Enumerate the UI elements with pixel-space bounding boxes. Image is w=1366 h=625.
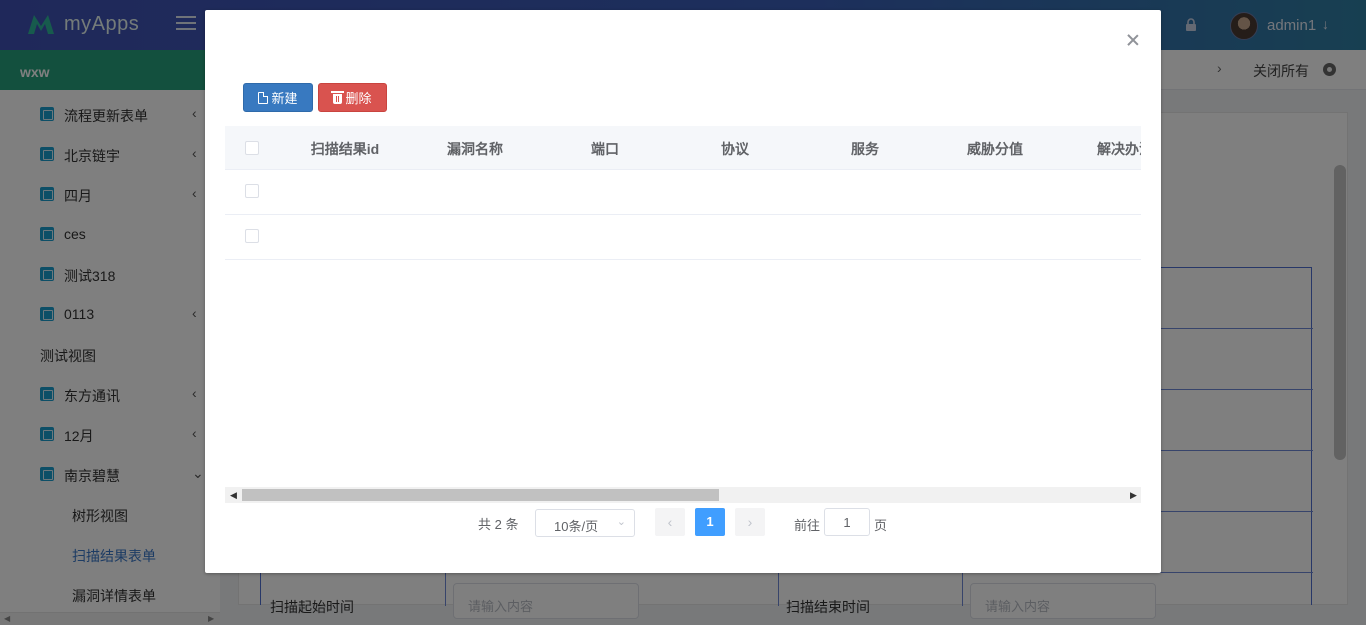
column-header[interactable]: 服务 [800, 139, 930, 159]
goto-page-input[interactable] [824, 508, 870, 536]
next-page-button[interactable]: › [735, 508, 765, 536]
table-horizontal-scrollbar[interactable]: ◀ ▶ [225, 487, 1141, 503]
page-number-active[interactable]: 1 [695, 508, 725, 536]
scroll-right-icon[interactable]: ▶ [1130, 490, 1137, 501]
column-header[interactable]: 端口 [540, 139, 670, 159]
results-table: 扫描结果id 漏洞名称 端口 协议 服务 威胁分值 解决办法 [225, 126, 1141, 260]
column-header[interactable]: 解决办法 [1060, 139, 1141, 159]
new-button[interactable]: 新建 [243, 83, 313, 112]
row-checkbox[interactable] [245, 229, 259, 243]
scroll-left-icon[interactable]: ◀ [230, 490, 237, 501]
trash-icon [331, 90, 345, 104]
row-checkbox[interactable] [245, 184, 259, 198]
delete-button-label: 删除 [345, 91, 372, 106]
file-icon [258, 91, 269, 104]
delete-button[interactable]: 删除 [318, 83, 387, 112]
pagination-total: 共 2 条 [478, 517, 519, 532]
prev-page-button[interactable]: ‹ [655, 508, 685, 536]
table-row[interactable] [225, 170, 1141, 215]
column-header[interactable]: 威胁分值 [930, 139, 1060, 159]
table-row[interactable] [225, 215, 1141, 260]
goto-suffix: 页 [874, 518, 888, 533]
new-button-label: 新建 [271, 91, 298, 106]
close-icon[interactable] [1125, 32, 1141, 48]
dialog: 新建 删除 扫描结果id 漏洞名称 端口 协议 服务 威胁分值 解决办法 ◀ ▶… [205, 10, 1161, 573]
page-size-value: 10条/页 [554, 519, 599, 534]
goto-label: 前往 [794, 518, 821, 533]
page-size-select[interactable]: 10条/页 ⌄ [535, 509, 635, 537]
column-header[interactable]: 漏洞名称 [410, 139, 540, 159]
table-header: 扫描结果id 漏洞名称 端口 协议 服务 威胁分值 解决办法 [225, 126, 1141, 170]
column-header[interactable]: 扫描结果id [280, 139, 410, 159]
column-header[interactable]: 协议 [670, 139, 800, 159]
select-all-checkbox[interactable] [245, 141, 259, 155]
chevron-down-icon: ⌄ [616, 516, 626, 528]
scrollbar-thumb[interactable] [242, 489, 719, 501]
